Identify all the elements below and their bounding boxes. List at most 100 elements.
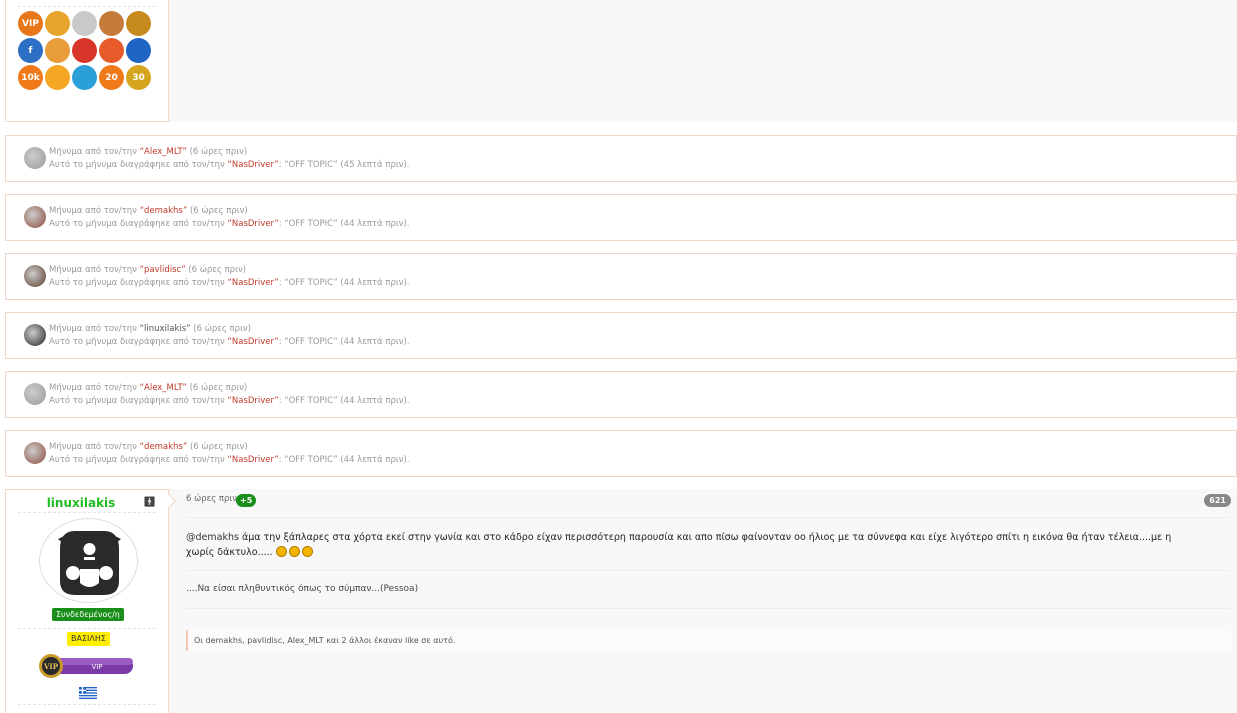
fire-icon[interactable] <box>72 38 97 63</box>
divider <box>18 628 156 629</box>
deleted-message-row: Μήνυμα από τον/την “Alex_MLT” (6 ώρες πρ… <box>5 135 1237 182</box>
deletion-reason: : “OFF TOPIC” (44 λεπτά πριν). <box>278 337 410 347</box>
top-post-area <box>169 0 1237 122</box>
message-author-link[interactable]: “Alex_MLT” <box>140 383 187 393</box>
message-author-link[interactable]: “demakhs” <box>140 206 188 216</box>
deleted-prefix: Αυτό το μήνυμα διαγράφηκε από τον/την <box>49 455 225 465</box>
deleted-message-row: Μήνυμα από τον/την “linuxilakis” (6 ώρες… <box>5 312 1237 359</box>
avatar[interactable] <box>24 324 46 346</box>
gold-ribbon-icon[interactable] <box>45 11 70 36</box>
moderator-link[interactable]: “NasDriver” <box>227 160 278 170</box>
deletion-reason: : “OFF TOPIC” (44 λεπτά πριν). <box>278 278 410 288</box>
deleted-message-row: Μήνυμα από τον/την “demakhs” (6 ώρες πρι… <box>5 194 1237 241</box>
message-time: (6 ώρες πριν) <box>189 147 248 157</box>
moderator-link[interactable]: “NasDriver” <box>227 396 278 406</box>
online-status-badge: Συνδεδεμένος/η <box>52 608 124 621</box>
vip-label: VIP <box>91 663 102 671</box>
deleted-message-text: Μήνυμα από τον/την “Alex_MLT” (6 ώρες πρ… <box>49 382 410 408</box>
likes-bar[interactable]: Οι demakhs, pavlidisc, Alex_MLT και 2 άλ… <box>186 630 1231 651</box>
deleted-prefix: Αυτό το μήνυμα διαγράφηκε από τον/την <box>49 337 225 347</box>
awards-grid: VIP f 10k 20 30 <box>18 11 153 92</box>
message-author-link[interactable]: “demakhs” <box>140 442 188 452</box>
author-username[interactable]: linuxilakis <box>6 496 156 510</box>
message-time: (6 ώρες πριν) <box>193 324 251 334</box>
post-author-card: linuxilakis 🚹︎ Συνδεδεμένος/η ΒΑΣΙΛΗΣ VI… <box>5 489 169 713</box>
facebook-icon[interactable]: f <box>18 38 43 63</box>
divider <box>186 570 1231 571</box>
avatar[interactable] <box>24 383 46 405</box>
rank-badge: ΒΑΣΙΛΗΣ <box>67 632 110 646</box>
notepad-icon[interactable] <box>45 38 70 63</box>
divider <box>18 6 156 7</box>
post-time[interactable]: 6 ώρες πριν <box>186 494 237 504</box>
greek-flag-icon[interactable] <box>126 38 151 63</box>
divider <box>18 704 156 705</box>
deleted-prefix: Αυτό το μήνυμα διαγράφηκε από τον/την <box>49 278 225 288</box>
signature: ....Να είσαι πληθυντικός όπως το σύμπαν.… <box>186 584 419 594</box>
message-author-link[interactable]: “linuxilakis” <box>140 324 191 334</box>
moderator-link[interactable]: “NasDriver” <box>227 219 278 229</box>
message-prefix: Μήνυμα από τον/την <box>49 265 137 275</box>
deletion-reason: : “OFF TOPIC” (44 λεπτά πριν). <box>278 396 410 406</box>
deleted-message-text: Μήνυμα από τον/την “pavlidisc” (6 ώρες π… <box>49 264 410 290</box>
svg-text:VIP: VIP <box>43 662 59 671</box>
message-prefix: Μήνυμα από τον/την <box>49 147 137 157</box>
vip-badge-icon: VIP VIP <box>37 653 135 679</box>
moderator-link[interactable]: “NasDriver” <box>227 278 278 288</box>
message-time: (6 ώρες πριν) <box>189 442 248 452</box>
deleted-message-row: Μήνυμα από τον/την “Alex_MLT” (6 ώρες πρ… <box>5 371 1237 418</box>
thumbs-up-icon[interactable] <box>45 65 70 90</box>
deleted-message-text: Μήνυμα από τον/την “demakhs” (6 ώρες πρι… <box>49 205 410 231</box>
post-number-badge[interactable]: 621 <box>1204 494 1231 507</box>
moderator-link[interactable]: “NasDriver” <box>227 337 278 347</box>
10k-icon[interactable]: 10k <box>18 65 43 90</box>
grinning-emoji-icon <box>288 546 300 557</box>
deleted-prefix: Αυτό το μήνυμα διαγράφηκε από τον/την <box>49 160 225 170</box>
message-prefix: Μήνυμα από τον/την <box>49 206 137 216</box>
moderator-link[interactable]: “NasDriver” <box>227 455 278 465</box>
silver-medal-icon[interactable] <box>72 11 97 36</box>
deleted-message-text: Μήνυμα από τον/την “demakhs” (6 ώρες πρι… <box>49 441 410 467</box>
book-icon[interactable] <box>126 11 151 36</box>
deleted-message-row: Μήνυμα από τον/την “demakhs” (6 ώρες πρι… <box>5 430 1237 477</box>
deleted-message-row: Μήνυμα από τον/την “pavlidisc” (6 ώρες π… <box>5 253 1237 300</box>
grinning-emoji-icon <box>301 546 313 557</box>
user-mention[interactable]: @demakhs <box>186 532 239 543</box>
divider <box>18 512 156 513</box>
vip-award-icon[interactable]: VIP <box>18 11 43 36</box>
message-prefix: Μήνυμα από τον/την <box>49 383 137 393</box>
avatar[interactable] <box>24 265 46 287</box>
deletion-reason: : “OFF TOPIC” (44 λεπτά πριν). <box>278 219 410 229</box>
deletion-reason: : “OFF TOPIC” (45 λεπτά πριν). <box>278 160 410 170</box>
user-card-fragment: VIP f 10k 20 30 <box>5 0 169 122</box>
divider <box>186 517 1231 518</box>
message-prefix: Μήνυμα από τον/την <box>49 324 137 334</box>
grinning-emoji-icon <box>275 546 287 557</box>
deleted-message-text: Μήνυμα από τον/την “linuxilakis” (6 ώρες… <box>49 323 410 349</box>
post-content-area <box>169 489 1237 713</box>
deletion-reason: : “OFF TOPIC” (44 λεπτά πριν). <box>278 455 410 465</box>
message-author-link[interactable]: “Alex_MLT” <box>140 147 187 157</box>
avatar[interactable] <box>39 518 138 603</box>
message-time: (6 ώρες πριν) <box>189 206 248 216</box>
deleted-message-text: Μήνυμα από τον/την “Alex_MLT” (6 ώρες πρ… <box>49 146 410 172</box>
message-author-link[interactable]: “pavlidisc” <box>140 265 186 275</box>
30-years-icon[interactable]: 30 <box>126 65 151 90</box>
avatar[interactable] <box>24 442 46 464</box>
gift-icon[interactable] <box>99 38 124 63</box>
gender-male-icon: 🚹︎ <box>143 497 156 508</box>
greek-flag-icon <box>79 684 97 699</box>
post-text: άμα την ξάπλαρες στα χόρτα εκεί στην γων… <box>186 532 1172 558</box>
deleted-prefix: Αυτό το μήνυμα διαγράφηκε από τον/την <box>49 219 225 229</box>
message-time: (6 ώρες πριν) <box>188 265 247 275</box>
bronze-medal-icon[interactable] <box>99 11 124 36</box>
avatar[interactable] <box>24 206 46 228</box>
post-body: @demakhs άμα την ξάπλαρες στα χόρτα εκεί… <box>186 530 1186 560</box>
chat-bubbles-icon[interactable] <box>72 65 97 90</box>
divider <box>186 608 1231 609</box>
reputation-badge[interactable]: +5 <box>236 494 257 507</box>
20-years-icon[interactable]: 20 <box>99 65 124 90</box>
avatar[interactable] <box>24 147 46 169</box>
deleted-prefix: Αυτό το μήνυμα διαγράφηκε από τον/την <box>49 396 225 406</box>
message-time: (6 ώρες πριν) <box>189 383 248 393</box>
